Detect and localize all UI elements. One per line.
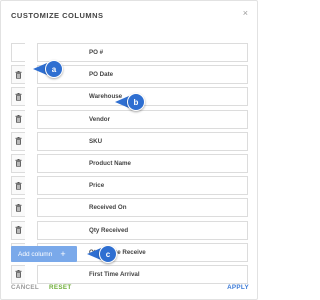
callout-b: b xyxy=(115,93,145,111)
cancel-button[interactable]: CANCEL xyxy=(11,284,39,291)
column-row: Received On xyxy=(11,198,248,218)
column-name-field[interactable]: First Time Arrival xyxy=(37,264,248,284)
callout-c-badge: c xyxy=(99,245,117,263)
trash-icon[interactable] xyxy=(11,109,25,129)
column-name-field[interactable]: Qty Received xyxy=(37,220,248,240)
column-name-field[interactable]: Received On xyxy=(37,198,248,218)
add-column-button[interactable]: Add column + xyxy=(11,246,77,262)
callout-a-badge: a xyxy=(45,60,63,78)
column-name-field[interactable]: PO # xyxy=(37,43,248,62)
trash-icon[interactable] xyxy=(11,65,25,85)
dialog-title: CUSTOMIZE COLUMNS xyxy=(11,11,104,20)
callout-b-badge: b xyxy=(127,93,145,111)
row-handle xyxy=(11,43,25,62)
column-row: First Time Arrival xyxy=(11,264,248,284)
trash-icon[interactable] xyxy=(11,153,25,173)
plus-icon: + xyxy=(60,248,66,259)
callout-c: c xyxy=(87,245,117,263)
trash-icon[interactable] xyxy=(11,176,25,196)
trash-icon[interactable] xyxy=(11,87,25,107)
column-row: Vendor xyxy=(11,109,248,129)
column-row: Price xyxy=(11,176,248,196)
apply-button[interactable]: APPLY xyxy=(227,284,249,291)
trash-icon[interactable] xyxy=(11,220,25,240)
add-column-label: Add column xyxy=(18,250,53,258)
dialog-footer: CANCEL RESET APPLY xyxy=(1,284,259,296)
column-name-field[interactable]: Product Name xyxy=(37,153,248,173)
column-name-field[interactable]: PO Date xyxy=(37,65,248,85)
reset-button[interactable]: RESET xyxy=(49,284,72,291)
column-row: Product Name xyxy=(11,153,248,173)
column-name-field[interactable]: Vendor xyxy=(37,109,248,129)
callout-a: a xyxy=(33,60,63,78)
column-name-field[interactable]: Price xyxy=(37,176,248,196)
trash-icon[interactable] xyxy=(11,131,25,151)
customize-columns-dialog: CUSTOMIZE COLUMNS × PO # PO Date Warehou… xyxy=(0,0,258,300)
trash-icon[interactable] xyxy=(11,198,25,218)
close-icon[interactable]: × xyxy=(243,9,248,18)
column-name-field[interactable]: SKU xyxy=(37,131,248,151)
column-row: Qty Received xyxy=(11,220,248,240)
trash-icon[interactable] xyxy=(11,264,25,284)
column-row: SKU xyxy=(11,131,248,151)
